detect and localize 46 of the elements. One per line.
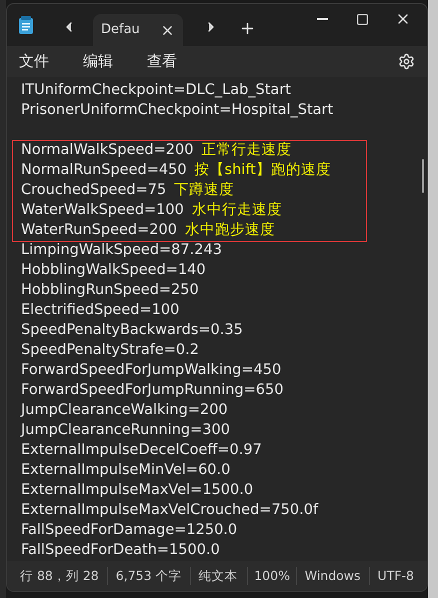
status-text: 6,753 个字 xyxy=(116,566,182,585)
code-line: JumpClearanceWalking=200 xyxy=(21,401,228,420)
minimize-icon xyxy=(316,18,328,20)
annotation-text: 水中跑步速度 xyxy=(184,220,275,240)
code-line: ITUniformCheckpoint=DLC_Lab_Start xyxy=(21,81,291,100)
code-line: JumpClearanceRunning=300 xyxy=(21,421,230,440)
annotation-text: 正常行走速度 xyxy=(201,140,292,160)
code-line: WaterRunSpeed=200 xyxy=(21,221,177,240)
document-tab[interactable]: Defau xyxy=(93,14,183,46)
status-text: Windows xyxy=(304,566,361,585)
code-line: FallSpeedForDeath=1500.0 xyxy=(21,541,220,560)
plus-icon xyxy=(239,20,256,37)
code-line: ExternalImpulseMaxVelCrouched=750.0f xyxy=(21,501,318,520)
code-line: ExternalImpulseMaxVel=1500.0 xyxy=(21,481,254,500)
code-line: CrouchedSpeed=75 xyxy=(21,181,166,200)
code-line: SpeedPenaltyStrafe=0.2 xyxy=(21,341,199,360)
code-line: NormalRunSpeed=450 xyxy=(21,161,187,180)
settings-icon[interactable] xyxy=(398,53,415,70)
maximize-icon xyxy=(356,12,369,26)
code-line: WaterWalkSpeed=100 xyxy=(21,201,184,220)
menu-item[interactable]: 查看 xyxy=(147,50,177,73)
code-line: NormalWalkSpeed=200 xyxy=(21,141,194,160)
status-text: 纯文本 xyxy=(198,566,238,585)
code-line: FallSpeedForDamage=1250.0 xyxy=(21,521,238,540)
code-line: PrisonerUniformCheckpoint=Hospital_Start xyxy=(21,101,334,120)
code-line: ForwardSpeedForJumpRunning=650 xyxy=(21,381,284,400)
annotation-text: 下蹲速度 xyxy=(174,180,234,200)
maximize-button[interactable] xyxy=(356,11,369,27)
scrollbar-thumb[interactable] xyxy=(422,159,424,193)
code-line: SpeedPenaltyBackwards=0.35 xyxy=(21,321,243,340)
code-line: LimpingWalkSpeed=87.243 xyxy=(21,241,222,260)
notepad-icon xyxy=(19,16,33,34)
menu-item[interactable]: 编辑 xyxy=(83,50,113,73)
status-text: 行 88，列 28 xyxy=(20,566,99,585)
status-text: UTF-8 xyxy=(378,566,414,585)
code-line: ElectrifiedSpeed=100 xyxy=(21,301,180,320)
annotation-text: 水中行走速度 xyxy=(192,200,282,220)
code-line: HobblingWalkSpeed=140 xyxy=(21,261,206,280)
annotation-text: 按【shift】跑的速度 xyxy=(194,160,331,180)
code-line: ForwardSpeedForJumpWalking=450 xyxy=(21,361,282,380)
code-line: HobblingRunSpeed=250 xyxy=(21,281,199,300)
code-line: ExternalImpulseMinVel=60.0 xyxy=(21,461,230,480)
new-tab-button[interactable] xyxy=(239,20,256,37)
code-line: ExternalImpulseDecelCoeff=0.97 xyxy=(21,441,262,460)
menu-item[interactable]: 文件 xyxy=(19,50,49,73)
status-text: 100% xyxy=(254,566,290,585)
